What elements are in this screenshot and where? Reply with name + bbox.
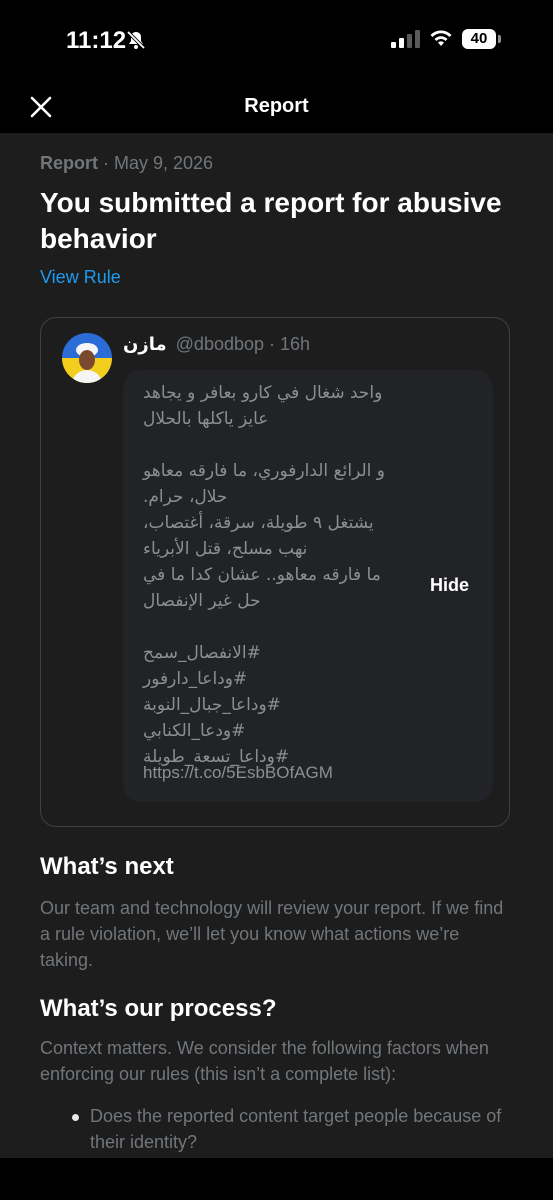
process-bullet: Does the reported content target people … <box>90 1106 502 1152</box>
status-time: 11:12 <box>66 27 127 54</box>
report-label: Report <box>40 153 98 173</box>
reported-tweet-card[interactable]: مازن @dbodbop · 16h واحد شغال في كارو بع… <box>40 317 510 827</box>
hidden-content-panel: واحد شغال في كارو بعافر و يجاهد عايز ياك… <box>123 370 493 802</box>
report-meta: Report · May 9, 2026 <box>40 153 213 174</box>
whats-next-body: Our team and technology will review your… <box>40 898 504 970</box>
cellular-signal-icon <box>391 30 420 48</box>
meta-separator: · <box>98 153 114 173</box>
status-bar: 11:12 40 <box>0 0 553 84</box>
report-headline: You submitted a report for abusive behav… <box>40 187 502 254</box>
avatar[interactable] <box>62 333 112 383</box>
top-nav-bar: Report <box>0 84 553 132</box>
tweet-text: واحد شغال في كارو بعافر و يجاهد عايز ياك… <box>143 383 385 767</box>
avatar-image <box>62 333 112 383</box>
whats-next-title: What’s next <box>40 853 174 880</box>
page-title: Report <box>244 95 309 117</box>
tweet-link[interactable]: https://t.co/5EsbBOfAGM <box>143 763 333 783</box>
tweet-age: 16h <box>280 334 311 354</box>
report-date: May 9, 2026 <box>114 153 214 173</box>
wifi-icon <box>430 30 452 46</box>
battery-cap <box>498 35 501 43</box>
author-handle[interactable]: @dbodbop <box>176 334 264 354</box>
hide-button[interactable]: Hide <box>430 575 469 596</box>
view-rule-link[interactable]: View Rule <box>40 267 121 288</box>
battery-icon: 40 <box>462 29 496 49</box>
process-title: What’s our process? <box>40 995 277 1022</box>
age-separator: · <box>264 334 281 354</box>
report-content[interactable]: Report · May 9, 2026 You submitted a rep… <box>0 133 553 1158</box>
author-name[interactable]: مازن <box>123 334 167 354</box>
bullet-dot <box>72 1114 79 1121</box>
tweet-author-line: مازن @dbodbop · 16h <box>123 334 310 355</box>
process-body: Context matters. We consider the followi… <box>40 1038 489 1084</box>
bell-slash-icon <box>126 30 146 50</box>
